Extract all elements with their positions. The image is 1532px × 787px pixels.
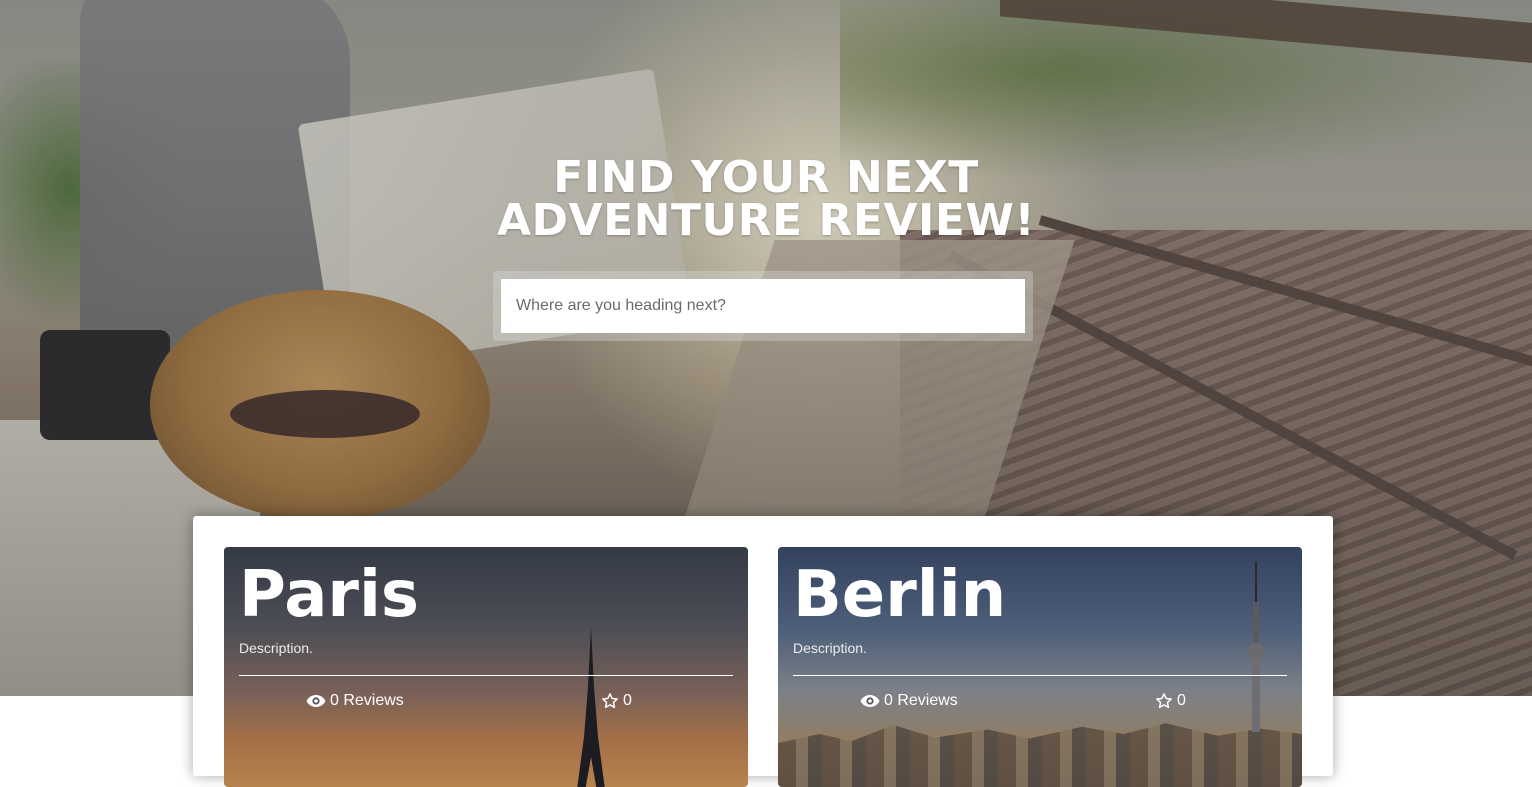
rating: 0 xyxy=(601,692,632,710)
reviews-count: 0 Reviews xyxy=(306,692,404,710)
tv-tower-silhouette xyxy=(1247,562,1265,732)
search-input[interactable] xyxy=(501,279,1025,333)
rating: 0 xyxy=(1155,692,1186,710)
destination-description: Description. xyxy=(239,640,313,656)
destination-card-berlin[interactable]: Berlin Description. 0 Reviews 0 xyxy=(778,547,1302,787)
hero-title-line-2: ADVENTURE REVIEW! xyxy=(496,195,1036,246)
reviews-label: 0 Reviews xyxy=(330,692,404,709)
reviews-count: 0 Reviews xyxy=(860,692,958,710)
destination-name[interactable]: Paris xyxy=(239,557,419,633)
destination-description: Description. xyxy=(793,640,867,656)
search-box xyxy=(493,271,1033,341)
destination-name[interactable]: Berlin xyxy=(793,557,1006,633)
hero-title: FIND YOUR NEXT ADVENTURE REVIEW! xyxy=(0,152,1532,246)
eye-icon xyxy=(306,694,326,708)
rating-value: 0 xyxy=(1177,692,1186,709)
card-divider xyxy=(239,675,733,676)
eye-icon xyxy=(860,694,880,708)
destination-card-paris[interactable]: Paris Description. 0 Reviews 0 xyxy=(224,547,748,787)
destinations-panel: Paris Description. 0 Reviews 0 Berlin De… xyxy=(193,516,1333,787)
hero-title-line-1: FIND YOUR NEXT xyxy=(553,152,979,203)
reviews-label: 0 Reviews xyxy=(884,692,958,709)
card-divider xyxy=(793,675,1287,676)
rating-value: 0 xyxy=(623,692,632,709)
star-icon xyxy=(601,692,619,710)
star-icon xyxy=(1155,692,1173,710)
